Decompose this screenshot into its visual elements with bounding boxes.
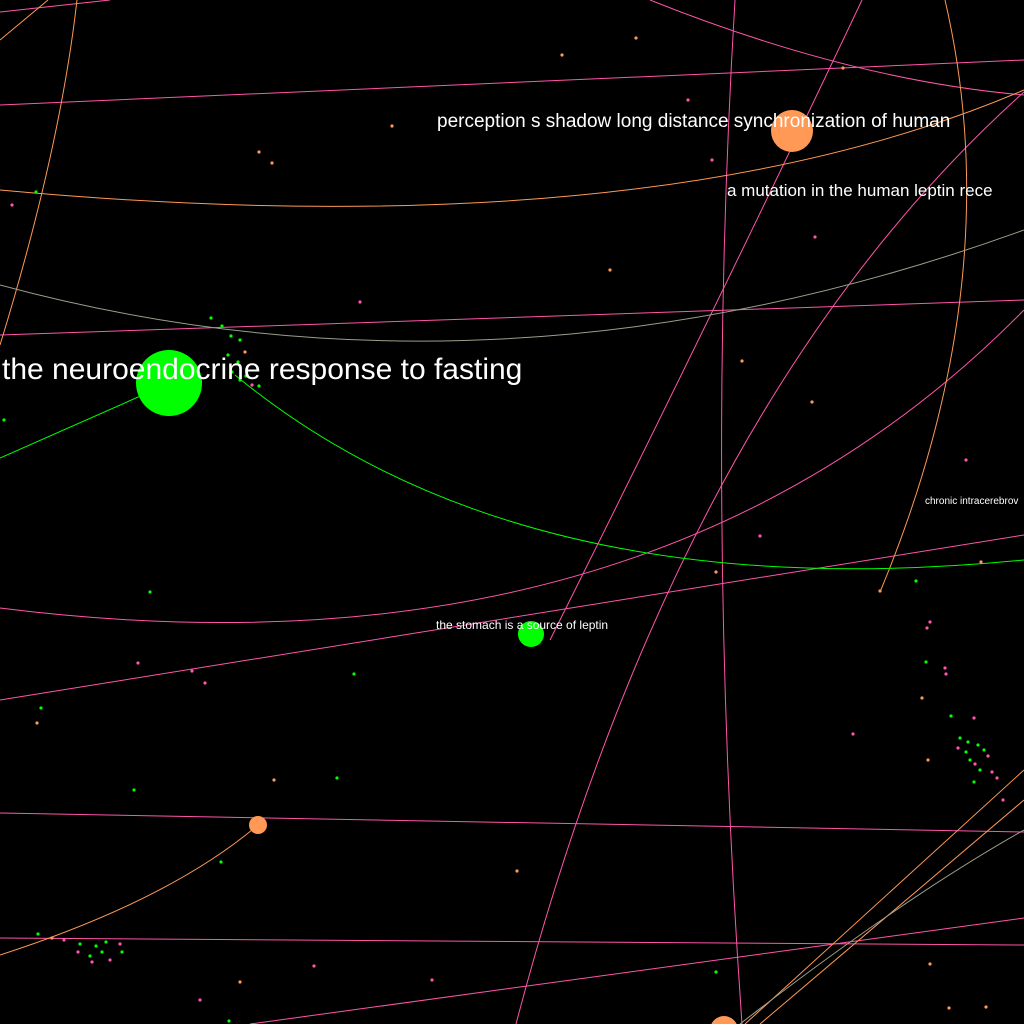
graph-node-small[interactable] xyxy=(203,681,207,685)
graph-node-small[interactable] xyxy=(990,770,994,774)
graph-node-small[interactable] xyxy=(925,626,929,630)
graph-node-small[interactable] xyxy=(976,743,980,747)
graph-node-small[interactable] xyxy=(714,570,718,574)
graph-node-small[interactable] xyxy=(841,66,845,70)
graph-node-small[interactable] xyxy=(34,190,38,194)
graph-node-small[interactable] xyxy=(634,36,638,40)
graph-node-small[interactable] xyxy=(238,980,242,984)
graph-node-small[interactable] xyxy=(995,776,999,780)
graph-node-small[interactable] xyxy=(608,268,612,272)
graph-node-small[interactable] xyxy=(958,736,962,740)
graph-node-small[interactable] xyxy=(972,780,976,784)
graph-node-small[interactable] xyxy=(978,768,982,772)
graph-node-small[interactable] xyxy=(924,660,928,664)
graph-node-small[interactable] xyxy=(352,672,356,676)
graph-node-small[interactable] xyxy=(39,706,43,710)
graph-node-small[interactable] xyxy=(964,750,968,754)
graph-node-small[interactable] xyxy=(956,746,960,750)
graph-node-small[interactable] xyxy=(944,672,948,676)
graph-node-small[interactable] xyxy=(90,960,94,964)
graph-node-small[interactable] xyxy=(878,589,882,593)
graph-node-small[interactable] xyxy=(928,962,932,966)
graph-node-small[interactable] xyxy=(966,740,970,744)
graph-node-small[interactable] xyxy=(851,732,855,736)
graph-node-small[interactable] xyxy=(100,950,104,954)
graph-node-small[interactable] xyxy=(986,754,990,758)
graph-node-small[interactable] xyxy=(270,161,274,165)
graph-node-small[interactable] xyxy=(229,334,233,338)
graph-node-small[interactable] xyxy=(108,958,112,962)
graph-node-small[interactable] xyxy=(560,53,564,57)
graph-node-small[interactable] xyxy=(132,788,136,792)
graph-node-small[interactable] xyxy=(947,1006,951,1010)
graph-background xyxy=(0,0,1024,1024)
graph-node-small[interactable] xyxy=(914,579,918,583)
graph-node-small[interactable] xyxy=(312,964,316,968)
graph-node-small[interactable] xyxy=(50,936,54,940)
graph-node-small[interactable] xyxy=(272,778,276,782)
node-label-leptin-receptor-mutation: a mutation in the human leptin rece xyxy=(727,181,993,200)
graph-node-small[interactable] xyxy=(35,721,39,725)
graph-node-small[interactable] xyxy=(813,235,817,239)
graph-node-small[interactable] xyxy=(118,942,122,946)
graph-node-small[interactable] xyxy=(920,696,924,700)
graph-node-small[interactable] xyxy=(62,938,66,942)
graph-node[interactable] xyxy=(249,816,267,834)
graph-node-small[interactable] xyxy=(120,950,124,954)
graph-node-small[interactable] xyxy=(36,932,40,936)
node-label-perception-shadow: perception s shadow long distance synchr… xyxy=(437,111,950,132)
graph-node-small[interactable] xyxy=(984,1005,988,1009)
graph-node-small[interactable] xyxy=(968,758,972,762)
graph-node-small[interactable] xyxy=(758,534,762,538)
graph-node-small[interactable] xyxy=(10,203,14,207)
graph-node-small[interactable] xyxy=(358,300,362,304)
graph-node-small[interactable] xyxy=(390,124,394,128)
graph-node-small[interactable] xyxy=(686,98,690,102)
graph-node-small[interactable] xyxy=(2,418,6,422)
graph-node-small[interactable] xyxy=(136,661,140,665)
graph-node-small[interactable] xyxy=(982,748,986,752)
graph-node-small[interactable] xyxy=(198,998,202,1002)
graph-node-small[interactable] xyxy=(964,458,968,462)
graph-node-small[interactable] xyxy=(926,758,930,762)
graph-node-small[interactable] xyxy=(430,978,434,982)
graph-node-small[interactable] xyxy=(810,400,814,404)
graph-node-small[interactable] xyxy=(227,1019,231,1023)
graph-node-small[interactable] xyxy=(238,338,242,342)
graph-node-small[interactable] xyxy=(1001,798,1005,802)
graph-node-small[interactable] xyxy=(714,970,718,974)
node-label-stomach-leptin: the stomach is a source of leptin xyxy=(436,618,608,632)
graph-node-small[interactable] xyxy=(94,944,98,948)
graph-node-small[interactable] xyxy=(104,940,108,944)
graph-node-small[interactable] xyxy=(972,716,976,720)
graph-node-small[interactable] xyxy=(928,620,932,624)
graph-node-small[interactable] xyxy=(88,954,92,958)
graph-node-small[interactable] xyxy=(973,762,977,766)
graph-node-small[interactable] xyxy=(257,150,261,154)
graph-node-small[interactable] xyxy=(335,776,339,780)
graph-node-small[interactable] xyxy=(190,669,194,673)
graph-node-small[interactable] xyxy=(76,950,80,954)
graph-node-small[interactable] xyxy=(220,324,224,328)
graph-node-small[interactable] xyxy=(979,560,983,564)
graph-node-small[interactable] xyxy=(740,359,744,363)
graph-node-small[interactable] xyxy=(78,942,82,946)
graph-node-small[interactable] xyxy=(209,316,213,320)
graph-node-small[interactable] xyxy=(949,714,953,718)
graph-node-small[interactable] xyxy=(943,666,947,670)
graph-node-small[interactable] xyxy=(515,869,519,873)
node-label-neuroendocrine-response: the neuroendocrine response to fasting xyxy=(2,353,522,386)
graph-node-small[interactable] xyxy=(710,158,714,162)
node-label-chronic-intracerebroventricular: chronic intracerebrov xyxy=(925,496,1018,507)
graph-node-small[interactable] xyxy=(148,590,152,594)
citation-graph-canvas: the neuroendocrine response to fasting p… xyxy=(0,0,1024,1024)
graph-node-small[interactable] xyxy=(219,860,223,864)
